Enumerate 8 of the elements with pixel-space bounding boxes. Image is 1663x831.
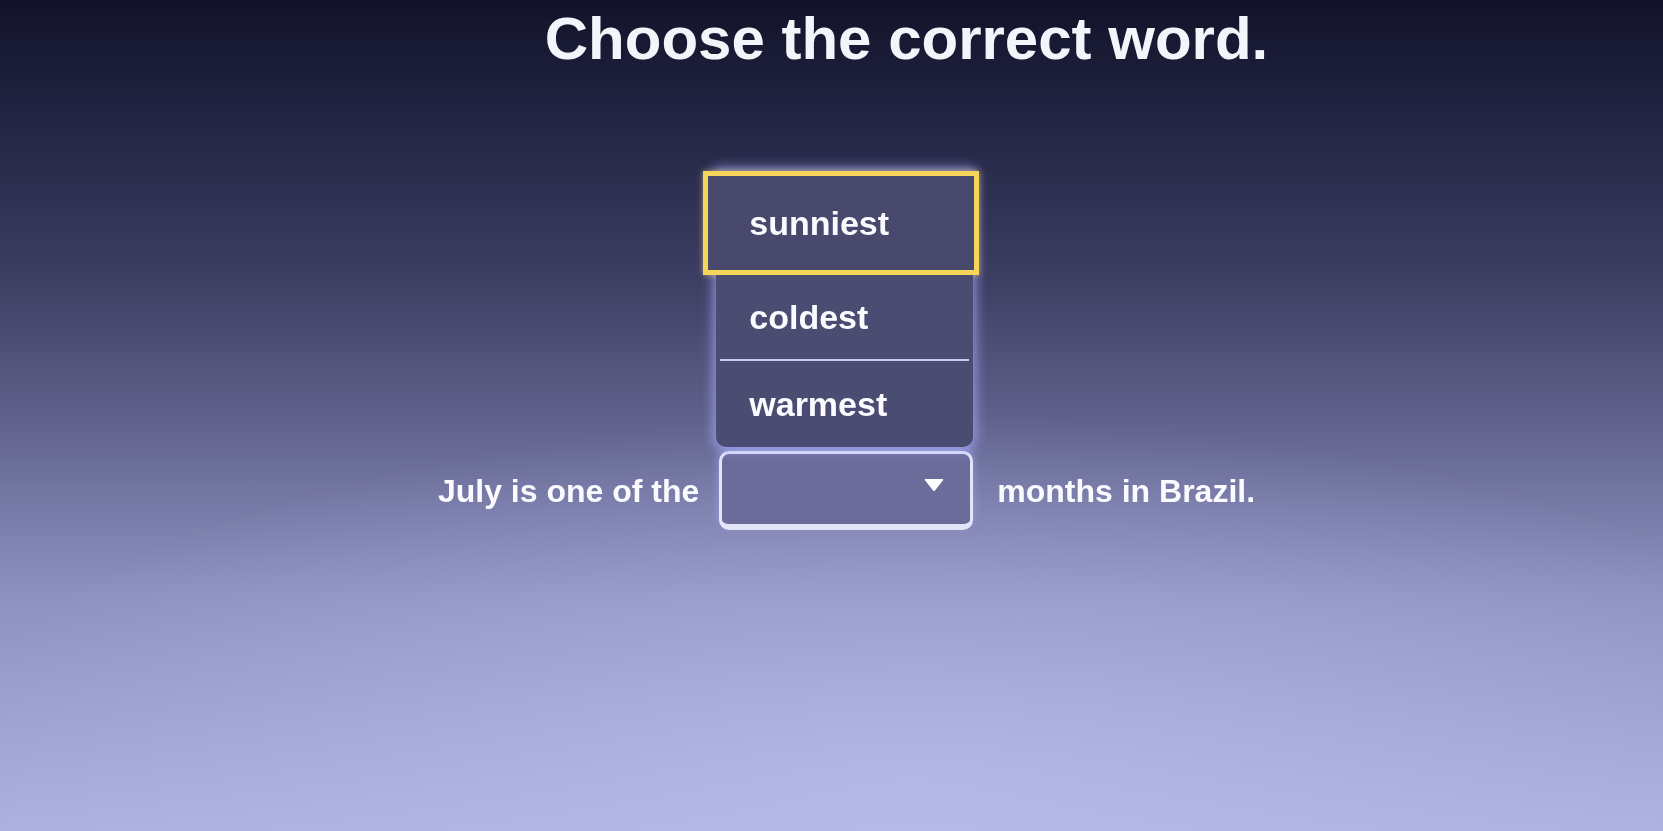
- instruction-title: Choose the correct word.: [544, 6, 1269, 72]
- dropdown-option[interactable]: coldest: [716, 275, 974, 359]
- sentence-text: months in Brazil.: [997, 471, 1256, 511]
- dropdown-option[interactable]: sunniest: [703, 171, 980, 275]
- caret-icon: [924, 478, 945, 492]
- dropdown-option[interactable]: warmest: [720, 359, 970, 447]
- dropdown-field[interactable]: [719, 451, 974, 530]
- sentence-text: July is one of the: [437, 471, 700, 511]
